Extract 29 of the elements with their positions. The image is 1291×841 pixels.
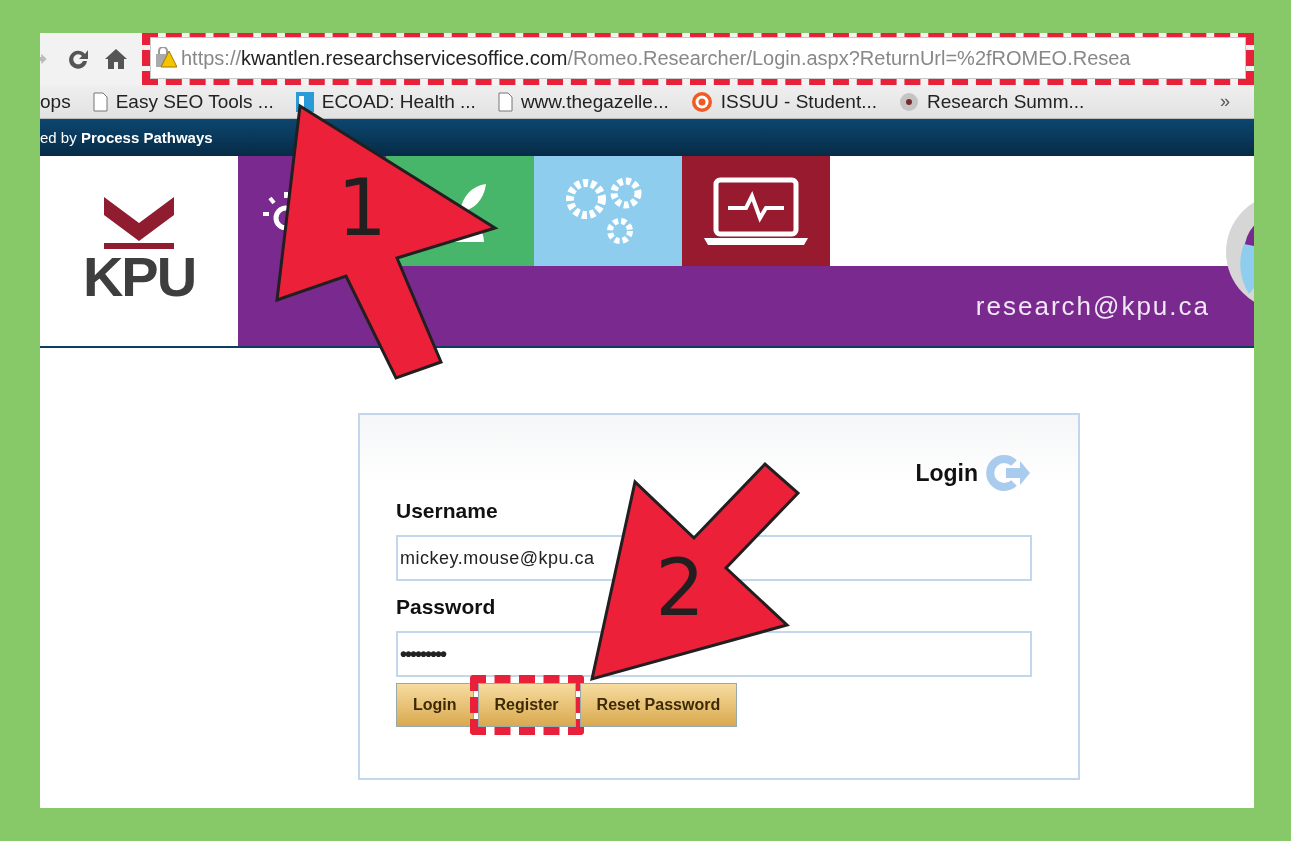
form-button[interactable]: Login bbox=[396, 683, 474, 727]
dot-icon bbox=[899, 91, 920, 112]
bookmark-label[interactable]: www.thegazelle... bbox=[520, 90, 669, 113]
lightbulb-icon bbox=[262, 192, 288, 230]
username-label: Username bbox=[396, 499, 499, 523]
login-heading: Login bbox=[915, 459, 978, 487]
form-button[interactable]: Reset Password bbox=[579, 683, 738, 727]
lock-warning-icon bbox=[155, 47, 177, 69]
page-icon bbox=[497, 91, 513, 112]
bookmark-label[interactable]: ISSUU - Student... bbox=[720, 90, 878, 113]
password-label: Password bbox=[396, 595, 497, 619]
callout-number: 1 bbox=[337, 163, 387, 253]
login-arrow-icon bbox=[984, 455, 1032, 491]
laptop-pulse-icon bbox=[704, 176, 808, 246]
gears-tile[interactable] bbox=[534, 156, 682, 266]
target-icon bbox=[690, 90, 713, 113]
powered-by-text: ed by Process Pathways bbox=[40, 129, 213, 146]
email-text: research@kpu.ca bbox=[975, 290, 1210, 322]
more-bookmarks-button[interactable]: » bbox=[1220, 91, 1230, 112]
bookmark-label[interactable]: Easy SEO Tools ... bbox=[115, 90, 274, 113]
bookmark-label[interactable]: Research Summ... bbox=[927, 90, 1085, 113]
page-icon bbox=[92, 91, 108, 112]
address-bar[interactable]: https://kwantlen.researchservicesoffice.com/Romeo.Researcher/Login.aspx?ReturnUrl=%2fROMEO.Resea bbox=[150, 37, 1246, 79]
bookmark-label[interactable]: ops bbox=[40, 90, 71, 113]
logo-mark-icon bbox=[104, 197, 174, 249]
home-icon[interactable] bbox=[104, 47, 128, 71]
bookmark-label[interactable]: ECOAD: Health ... bbox=[321, 90, 476, 113]
monitor-tile[interactable] bbox=[682, 156, 830, 266]
form-button[interactable]: Register bbox=[477, 683, 576, 727]
